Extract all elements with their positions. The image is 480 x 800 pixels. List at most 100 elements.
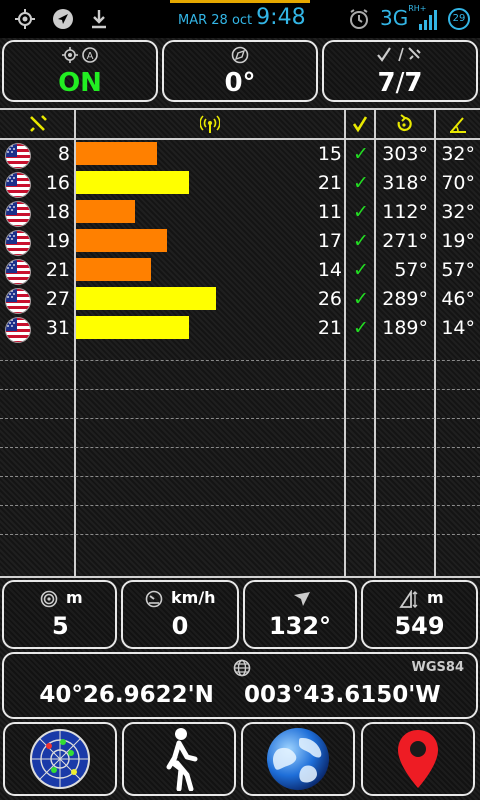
coordinates-panel[interactable]: WGS84 40°26.9622'N 003°43.6150'W xyxy=(2,652,478,719)
radar-icon xyxy=(30,729,90,789)
walk-button[interactable] xyxy=(122,722,236,796)
alarm-icon xyxy=(350,9,368,29)
satellite-row[interactable]: 27 26 ✓ 289° 46° xyxy=(0,285,480,314)
satellite-prn: 8 xyxy=(57,143,70,165)
longitude-value: 003°43.6150'W xyxy=(243,682,441,708)
satellite-row[interactable]: 18 11 ✓ 112° 32° xyxy=(0,198,480,227)
heading-value: 132° xyxy=(268,612,332,640)
gps-icon xyxy=(15,9,35,29)
satellites-count: 7/7 xyxy=(324,68,476,98)
satellites-panel[interactable]: 7/7 xyxy=(322,40,478,102)
map-pin-button[interactable] xyxy=(361,722,475,796)
azimuth-value: 189° xyxy=(382,317,428,339)
us-flag-icon xyxy=(5,143,31,169)
signal-icon xyxy=(419,10,437,30)
accuracy-unit: m xyxy=(66,588,83,607)
satellite-row[interactable]: 8 15 ✓ 303° 32° xyxy=(0,140,480,169)
radar-button[interactable] xyxy=(3,722,117,796)
azimuth-value: 57° xyxy=(394,259,428,281)
fix-status-value: ON xyxy=(58,68,102,98)
elevation-value: 57° xyxy=(441,259,475,281)
notification-highlight xyxy=(170,0,310,3)
fix-status-panel[interactable]: A ON xyxy=(2,40,158,102)
elevation-value: 32° xyxy=(441,143,475,165)
row-separator xyxy=(0,447,480,448)
speed-unit: km/h xyxy=(171,588,216,607)
accuracy-panel[interactable]: m 5 xyxy=(2,580,117,649)
satellite-row[interactable]: 19 17 ✓ 271° 19° xyxy=(0,227,480,256)
azimuth-value: 112° xyxy=(382,201,428,223)
battery-icon: 29 xyxy=(448,8,470,30)
signal-strength-icon xyxy=(200,115,220,133)
satellite-table: 8 15 ✓ 303° 32° 16 21 ✓ 318° 70° 18 11 ✓ 112° 32° 19 17 ✓… xyxy=(0,108,480,578)
used-check: ✓ xyxy=(353,288,369,310)
network-type: 3G xyxy=(380,6,409,30)
used-check: ✓ xyxy=(353,317,369,339)
row-separator xyxy=(0,418,480,419)
altitude-value: 549 xyxy=(394,612,445,640)
altitude-icon xyxy=(399,590,418,608)
walking-person-icon xyxy=(166,728,198,791)
satellite-row[interactable]: 16 21 ✓ 318° 70° xyxy=(0,169,480,198)
us-flag-icon xyxy=(5,172,31,198)
satellite-prn: 16 xyxy=(45,172,70,194)
bearing-panel[interactable]: 0° xyxy=(162,40,318,102)
heading-icon xyxy=(294,592,310,606)
satellites-used: 7 xyxy=(377,68,396,98)
gps-fix-icon: A xyxy=(62,47,98,63)
datum-label: WGS84 xyxy=(411,660,464,675)
azimuth-value: 271° xyxy=(382,230,428,252)
svg-text:A: A xyxy=(87,51,94,62)
elevation-value: 14° xyxy=(441,317,475,339)
heading-panel[interactable]: 132° xyxy=(243,580,357,649)
satellite-row[interactable]: 31 21 ✓ 189° 14° xyxy=(0,314,480,343)
satellites-total: 7 xyxy=(404,68,423,98)
altitude-unit: m xyxy=(427,588,444,607)
elevation-value: 19° xyxy=(441,230,475,252)
elevation-value: 46° xyxy=(441,288,475,310)
earth-icon xyxy=(267,728,329,790)
us-flag-icon xyxy=(5,317,31,343)
used-check: ✓ xyxy=(353,259,369,281)
row-separator xyxy=(0,360,480,361)
satellite-prn: 27 xyxy=(45,288,70,310)
signal-bar xyxy=(76,287,216,310)
signal-value: 11 xyxy=(317,201,342,223)
map-pin-icon xyxy=(398,730,438,788)
elevation-icon xyxy=(450,117,466,133)
globe-icon xyxy=(233,659,251,677)
signal-value: 26 xyxy=(317,288,342,310)
used-check: ✓ xyxy=(353,143,369,165)
speed-panel[interactable]: km/h 0 xyxy=(121,580,239,649)
coordinates-value: 40°26.9622'N 003°43.6150'W xyxy=(4,682,476,708)
azimuth-value: 289° xyxy=(382,288,428,310)
row-separator xyxy=(0,476,480,477)
signal-value: 14 xyxy=(317,259,342,281)
azimuth-value: 318° xyxy=(382,172,428,194)
bearing-value: 0° xyxy=(224,68,256,98)
used-check: ✓ xyxy=(353,172,369,194)
altitude-panel[interactable]: m 549 xyxy=(361,580,478,649)
status-time: 9:48 xyxy=(256,5,306,30)
satellite-prn: 19 xyxy=(45,230,70,252)
latitude-value: 40°26.9622'N xyxy=(39,682,214,708)
speedometer-icon xyxy=(145,590,163,608)
signal-bar xyxy=(76,229,167,252)
accuracy-value: 5 xyxy=(52,612,69,640)
us-flag-icon xyxy=(5,288,31,314)
signal-bar xyxy=(76,171,189,194)
row-separator xyxy=(0,505,480,506)
status-bar: MAR 28 oct 9:48 3GRH+ 29 xyxy=(0,0,480,38)
used-check: ✓ xyxy=(353,201,369,223)
signal-bar xyxy=(76,200,135,223)
signal-bar xyxy=(76,316,189,339)
earth-button[interactable] xyxy=(241,722,355,796)
satellite-prn: 21 xyxy=(45,259,70,281)
elevation-value: 32° xyxy=(441,201,475,223)
row-separator xyxy=(0,389,480,390)
satellite-row[interactable]: 21 14 ✓ 57° 57° xyxy=(0,256,480,285)
azimuth-value: 303° xyxy=(382,143,428,165)
signal-bar xyxy=(76,258,151,281)
satellite-icon xyxy=(30,115,47,132)
used-check: ✓ xyxy=(353,230,369,252)
